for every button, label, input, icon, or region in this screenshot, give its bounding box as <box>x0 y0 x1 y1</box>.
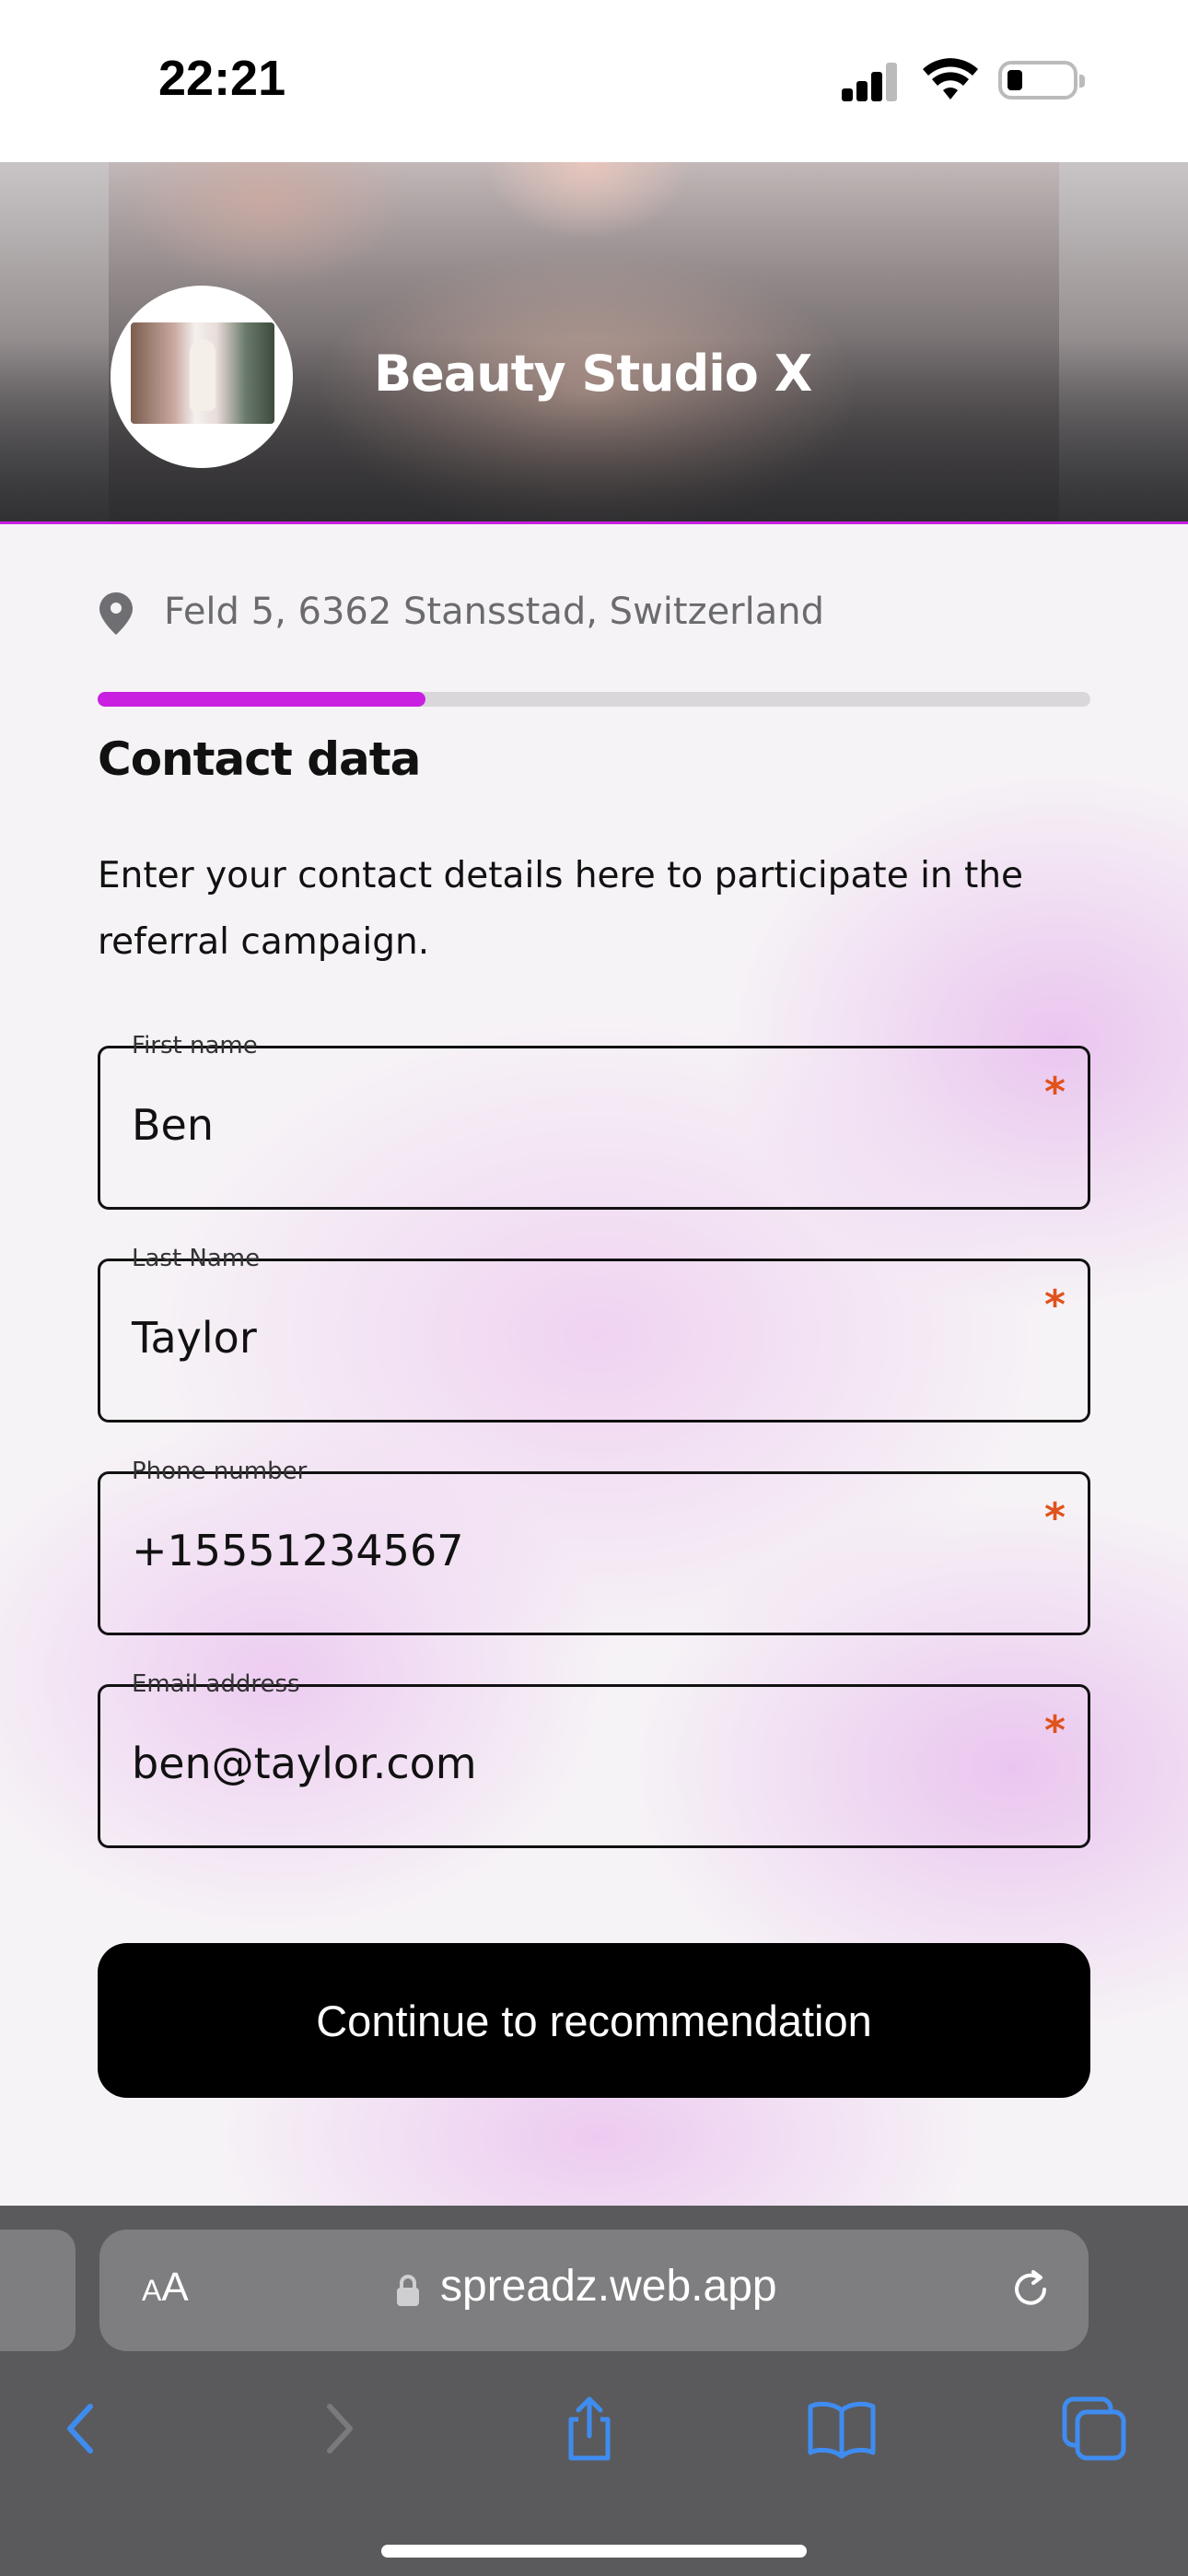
phone-number-value[interactable]: +15551234567 <box>132 1526 463 1575</box>
email-address-value[interactable]: ben@taylor.com <box>132 1739 477 1788</box>
studio-name: Beauty Studio X <box>374 345 812 403</box>
studio-address: Feld 5, 6362 Stansstad, Switzerland <box>164 591 824 633</box>
required-asterisk: * <box>1043 1494 1066 1541</box>
required-asterisk: * <box>1043 1069 1066 1116</box>
email-address-label: Email address <box>121 1670 311 1698</box>
first-name-label: First name <box>121 1032 269 1060</box>
form-description: Enter your contact details here to parti… <box>98 855 1024 963</box>
progress-fill <box>98 692 425 707</box>
progress-bar <box>98 692 1090 707</box>
status-bar: 22:21 <box>0 0 1188 162</box>
cellular-signal-icon <box>842 61 899 101</box>
status-time: 22:21 <box>158 51 286 106</box>
share-icon[interactable] <box>553 2392 626 2465</box>
phone-number-field[interactable]: Phone number +15551234567 * <box>98 1458 1090 1635</box>
bookmarks-icon[interactable] <box>805 2392 879 2465</box>
last-name-value[interactable]: Taylor <box>132 1313 257 1363</box>
forward-icon[interactable] <box>302 2392 376 2465</box>
required-asterisk: * <box>1043 1707 1066 1754</box>
wifi-icon <box>923 58 978 100</box>
battery-icon <box>998 61 1085 100</box>
back-icon[interactable] <box>44 2392 118 2465</box>
previous-tab-peek[interactable] <box>0 2230 76 2351</box>
tabs-icon[interactable] <box>1057 2392 1131 2465</box>
reload-icon[interactable] <box>1007 2266 1054 2313</box>
location-pin-icon <box>99 592 133 635</box>
continue-button[interactable]: Continue to recommendation <box>98 1943 1090 2098</box>
main-content: Feld 5, 6362 Stansstad, Switzerland Cont… <box>0 524 1188 2207</box>
email-address-field[interactable]: Email address ben@taylor.com * <box>98 1670 1090 1848</box>
browser-toolbar: AA spreadz.web.app <box>0 2206 1188 2576</box>
form-title: Contact data <box>98 732 421 786</box>
home-indicator <box>381 2545 807 2558</box>
url-text[interactable]: spreadz.web.app <box>440 2261 777 2312</box>
lock-icon <box>397 2275 419 2306</box>
phone-number-label: Phone number <box>121 1458 319 1485</box>
address-bar[interactable]: AA spreadz.web.app <box>99 2230 1089 2351</box>
studio-avatar <box>111 286 293 468</box>
first-name-field[interactable]: First name Ben * <box>98 1032 1090 1210</box>
last-name-label: Last Name <box>121 1245 272 1272</box>
text-size-button[interactable]: AA <box>142 2265 189 2311</box>
last-name-field[interactable]: Last Name Taylor * <box>98 1245 1090 1423</box>
first-name-value[interactable]: Ben <box>132 1100 214 1150</box>
required-asterisk: * <box>1043 1282 1066 1329</box>
